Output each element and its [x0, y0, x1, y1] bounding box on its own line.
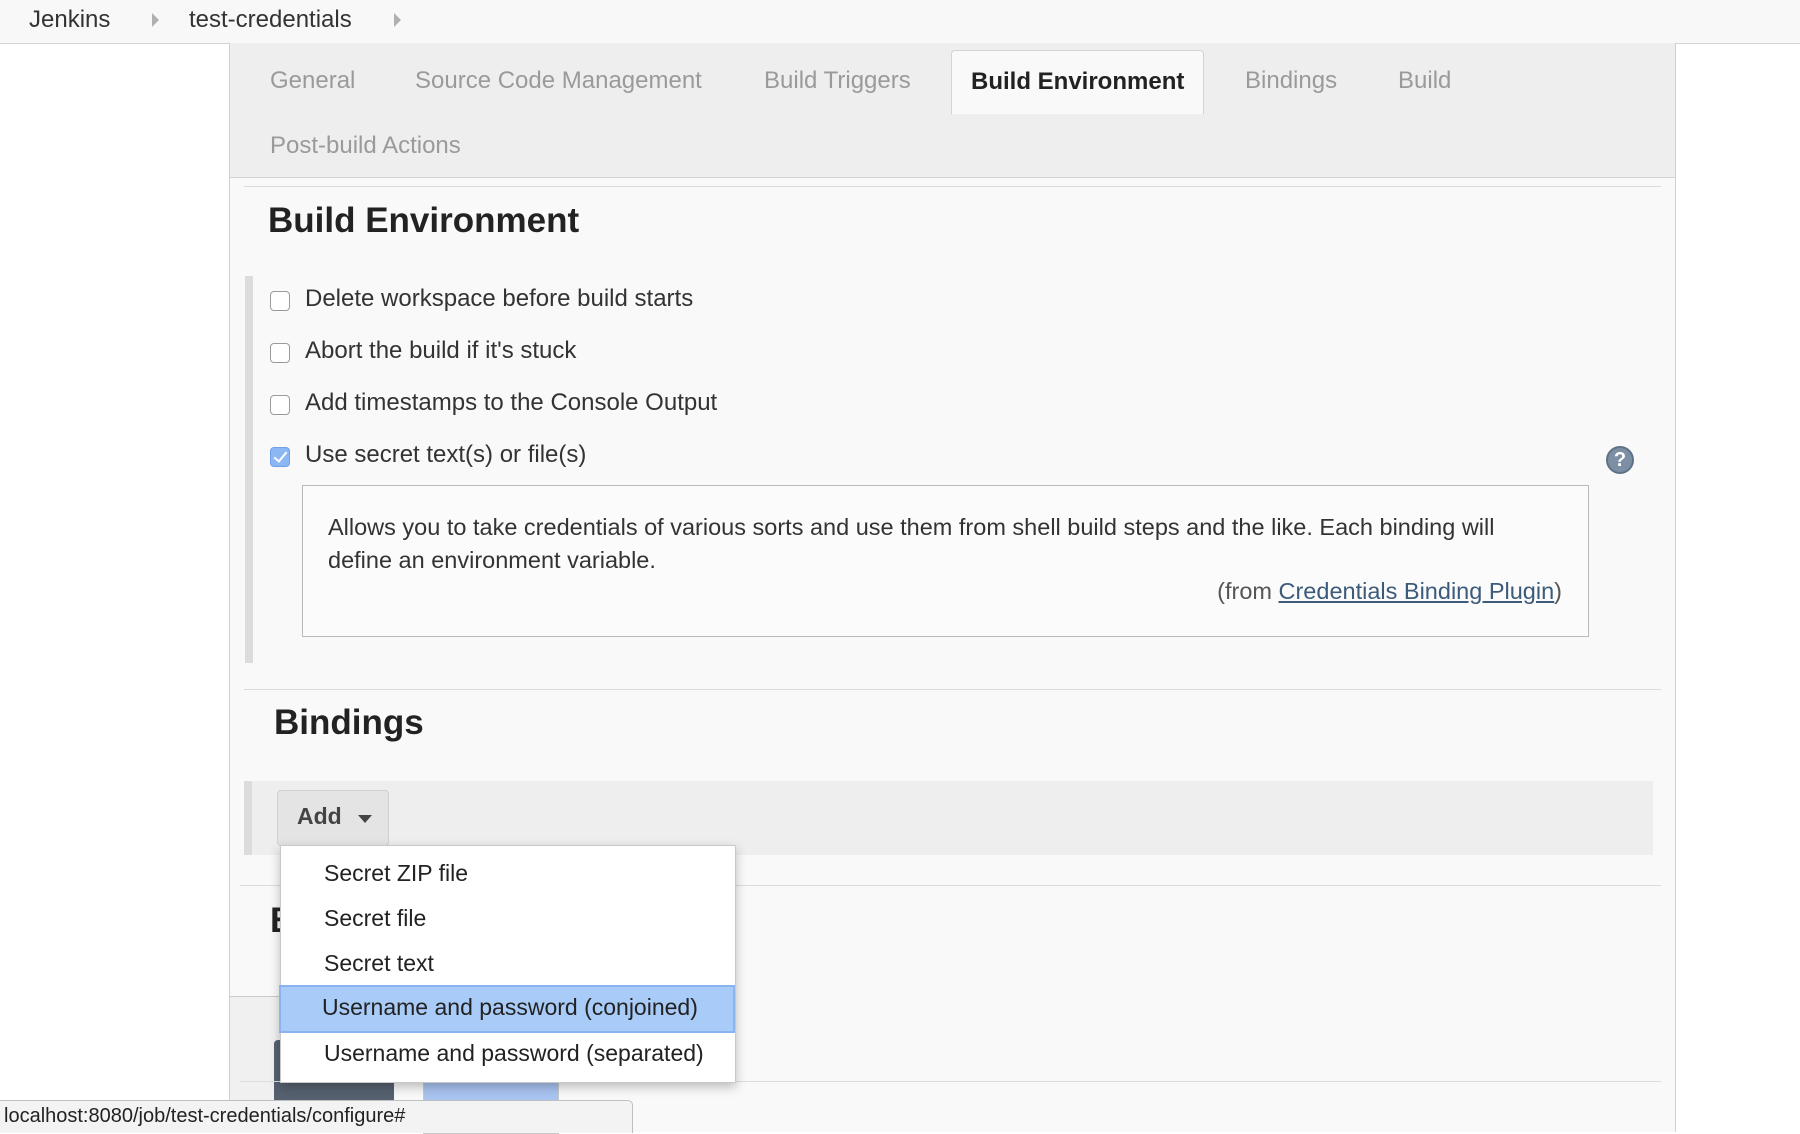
breadcrumb-jenkins[interactable]: Jenkins: [29, 6, 110, 34]
menu-item-secret-text[interactable]: Secret text: [281, 941, 735, 985]
section-tab-bar: General Source Code Management Build Tri…: [230, 43, 1675, 178]
menu-item-label: Secret text: [324, 950, 434, 976]
breadcrumb-arrow-icon[interactable]: [394, 13, 401, 27]
tab-bindings[interactable]: Bindings: [1245, 67, 1337, 95]
timestamps-checkbox[interactable]: [270, 395, 290, 415]
tab-general[interactable]: General: [270, 67, 355, 95]
menu-item-secret-zip-file[interactable]: Secret ZIP file: [281, 851, 735, 895]
delete-workspace-checkbox[interactable]: [270, 291, 290, 311]
breadcrumb: Jenkins test-credentials: [0, 0, 1800, 44]
help-from-prefix: (from: [1217, 578, 1279, 604]
tab-build-environment[interactable]: Build Environment: [951, 50, 1205, 114]
section-rail: [245, 276, 253, 663]
help-from-suffix: ): [1554, 578, 1562, 604]
caret-down-icon: [358, 815, 372, 823]
add-button-label: Add: [297, 803, 342, 829]
menu-item-label: Username and password (separated): [324, 1040, 704, 1066]
divider: [244, 689, 1661, 690]
use-secret-checkbox[interactable]: [270, 447, 290, 467]
tab-build-triggers[interactable]: Build Triggers: [764, 67, 911, 95]
menu-item-username-password-separated[interactable]: Username and password (separated): [281, 1031, 735, 1075]
help-from: (from Credentials Binding Plugin): [1217, 578, 1562, 605]
option-label: Add timestamps to the Console Output: [305, 389, 718, 416]
tab-source-code-management[interactable]: Source Code Management: [415, 67, 702, 95]
credentials-binding-plugin-link[interactable]: Credentials Binding Plugin: [1279, 578, 1555, 604]
help-text: Allows you to take credentials of variou…: [328, 514, 1495, 573]
status-url: localhost:8080/job/test-credentials/conf…: [4, 1105, 406, 1127]
tab-build[interactable]: Build: [1398, 67, 1451, 95]
breadcrumb-arrow-icon[interactable]: [152, 13, 159, 27]
bindings-title: Bindings: [274, 703, 424, 742]
abort-stuck-checkbox[interactable]: [270, 343, 290, 363]
breadcrumb-job[interactable]: test-credentials: [189, 6, 352, 34]
browser-status-bar: localhost:8080/job/test-credentials/conf…: [0, 1100, 633, 1133]
menu-item-label: Secret ZIP file: [324, 860, 469, 886]
build-environment-title: Build Environment: [268, 201, 580, 240]
bindings-add-area: [244, 781, 1653, 855]
option-label: Delete workspace before build starts: [305, 285, 694, 312]
question-mark-icon[interactable]: ?: [1606, 446, 1634, 474]
option-label: Use secret text(s) or file(s): [305, 441, 587, 468]
menu-item-label: Username and password (conjoined): [322, 994, 698, 1020]
help-box: Allows you to take credentials of variou…: [302, 485, 1589, 637]
add-binding-menu: Secret ZIP file Secret file Secret text …: [279, 845, 736, 1083]
add-binding-button[interactable]: Add: [277, 790, 389, 846]
section-rail: [244, 781, 252, 855]
menu-item-username-password-conjoined[interactable]: Username and password (conjoined): [279, 985, 735, 1033]
menu-item-secret-file[interactable]: Secret file: [281, 896, 735, 940]
option-label: Abort the build if it's stuck: [305, 337, 577, 364]
divider: [244, 186, 1661, 187]
tab-post-build-actions[interactable]: Post-build Actions: [270, 132, 461, 160]
menu-item-label: Secret file: [324, 905, 427, 931]
